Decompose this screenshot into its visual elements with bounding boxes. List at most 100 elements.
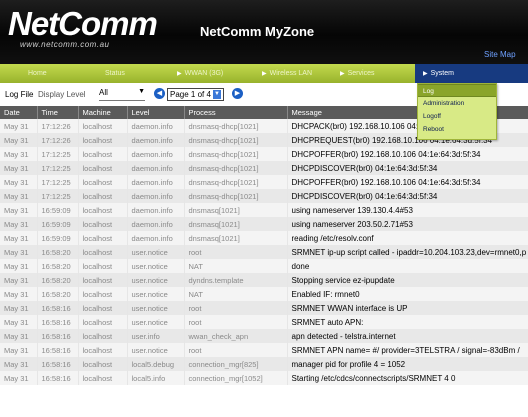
cell-message: SRMNET ip-up script called - ipaddr=10.2… bbox=[287, 245, 528, 259]
table-row: May 31 17:12:25 localhost daemon.info dnsmas… bbox=[0, 147, 528, 161]
log-file-label: Log File bbox=[5, 90, 34, 99]
column-header-process: Process bbox=[184, 106, 288, 119]
cell-time: 16:58:16 bbox=[37, 315, 79, 329]
cell-machine: localhost bbox=[78, 245, 128, 259]
site-map-link[interactable]: Site Map bbox=[484, 50, 516, 59]
table-row: May 31 17:12:25 localhost daemon.info dnsmas… bbox=[0, 189, 528, 203]
cell-date: May 31 bbox=[0, 175, 38, 189]
display-level-label: Display Level bbox=[38, 90, 86, 99]
page-title: NetComm MyZone bbox=[200, 24, 315, 39]
cell-time: 17:12:25 bbox=[37, 161, 79, 175]
cell-machine: localhost bbox=[78, 161, 128, 175]
cell-process: connection_mgr[1052] bbox=[184, 371, 288, 385]
page-select[interactable]: Page 1 of 4 ▼ bbox=[167, 88, 224, 101]
menu-item-reboot[interactable]: Reboot bbox=[418, 123, 496, 136]
cell-level: daemon.info bbox=[127, 175, 185, 189]
cell-machine: localhost bbox=[78, 147, 128, 161]
cell-date: May 31 bbox=[0, 343, 38, 357]
cell-time: 16:59:09 bbox=[37, 231, 79, 245]
nav-item-wwan[interactable]: ▶ WWAN (3G) bbox=[177, 64, 223, 83]
prev-page-button[interactable]: ◀ bbox=[154, 88, 165, 99]
netcomm-logo[interactable]: NetComm bbox=[8, 6, 158, 42]
arrow-right-icon: ▶ bbox=[234, 90, 241, 97]
cell-message: DHCPDISCOVER(br0) 04:1e:64:3d:5f:34 bbox=[287, 161, 528, 175]
cell-machine: localhost bbox=[78, 287, 128, 301]
nav-item-system[interactable]: ▶ System bbox=[415, 64, 528, 83]
menu-item-log[interactable]: Log bbox=[418, 84, 496, 97]
table-row: May 31 16:58:20 localhost user.notice root SR… bbox=[0, 245, 528, 259]
nav-item-services[interactable]: ▶ Services bbox=[340, 64, 374, 83]
cell-date: May 31 bbox=[0, 119, 38, 133]
cell-message: using nameserver 203.50.2.71#53 bbox=[287, 217, 528, 231]
cell-level: local5.info bbox=[127, 371, 185, 385]
table-row: May 31 17:12:25 localhost daemon.info dnsmas… bbox=[0, 161, 528, 175]
table-row: May 31 16:59:09 localhost daemon.info dnsmas… bbox=[0, 217, 528, 231]
cell-process: dnsmasq[1021] bbox=[184, 231, 288, 245]
table-row: May 31 16:58:16 localhost local5.info connec… bbox=[0, 371, 528, 385]
display-level-select[interactable]: All ▼ bbox=[99, 88, 145, 101]
menu-item-logoff[interactable]: Logoff bbox=[418, 110, 496, 123]
cell-level: user.notice bbox=[127, 315, 185, 329]
cell-process: dnsmasq[1021] bbox=[184, 203, 288, 217]
cell-message: reading /etc/resolv.conf bbox=[287, 231, 528, 245]
cell-process: dyndns.template bbox=[184, 273, 288, 287]
cell-date: May 31 bbox=[0, 259, 38, 273]
cell-process: dnsmasq-dhcp[1021] bbox=[184, 189, 288, 203]
next-page-button[interactable]: ▶ bbox=[232, 88, 243, 99]
cell-level: user.notice bbox=[127, 287, 185, 301]
cell-process: NAT bbox=[184, 259, 288, 273]
cell-time: 16:58:20 bbox=[37, 245, 79, 259]
cell-time: 16:58:16 bbox=[37, 301, 79, 315]
cell-message: using nameserver 139.130.4.4#53 bbox=[287, 203, 528, 217]
nav-item-wireless-lan[interactable]: ▶ Wireless LAN bbox=[262, 64, 312, 83]
cell-machine: localhost bbox=[78, 273, 128, 287]
cell-machine: localhost bbox=[78, 315, 128, 329]
cell-level: user.notice bbox=[127, 273, 185, 287]
chevron-down-icon: ▼ bbox=[138, 88, 145, 95]
table-row: May 31 16:58:16 localhost user.info wwan_che… bbox=[0, 329, 528, 343]
cell-machine: localhost bbox=[78, 231, 128, 245]
cell-level: daemon.info bbox=[127, 217, 185, 231]
cell-message: Starting /etc/cdcs/connectscripts/SRMNET… bbox=[287, 371, 528, 385]
nav-item-status[interactable]: Status bbox=[105, 64, 125, 83]
cell-level: user.notice bbox=[127, 245, 185, 259]
menu-item-administration[interactable]: Administration bbox=[418, 97, 496, 110]
column-header-time: Time bbox=[37, 106, 79, 119]
cell-process: dnsmasq-dhcp[1021] bbox=[184, 133, 288, 147]
column-header-machine: Machine bbox=[78, 106, 128, 119]
cell-time: 16:58:16 bbox=[37, 329, 79, 343]
cell-message: SRMNET auto APN: bbox=[287, 315, 528, 329]
nav-item-home[interactable]: Home bbox=[28, 64, 47, 83]
cell-message: DHCPOFFER(br0) 192.168.10.106 04:1e:64:3… bbox=[287, 147, 528, 161]
cell-message: SRMNET APN name= #/ provider=3TELSTRA / … bbox=[287, 343, 528, 357]
cell-level: user.notice bbox=[127, 301, 185, 315]
cell-date: May 31 bbox=[0, 203, 38, 217]
cell-date: May 31 bbox=[0, 133, 38, 147]
cell-message: manager pid for profile 4 = 1052 bbox=[287, 357, 528, 371]
column-header-level: Level bbox=[127, 106, 185, 119]
cell-process: dnsmasq-dhcp[1021] bbox=[184, 175, 288, 189]
arrow-right-icon: ▶ bbox=[423, 71, 428, 77]
table-row: May 31 16:58:16 localhost user.notice root SR… bbox=[0, 315, 528, 329]
cell-message: apn detected - telstra.internet bbox=[287, 329, 528, 343]
table-row: May 31 16:58:20 localhost user.notice NAT don… bbox=[0, 259, 528, 273]
cell-date: May 31 bbox=[0, 245, 38, 259]
arrow-right-icon: ▶ bbox=[177, 71, 182, 77]
cell-time: 16:58:16 bbox=[37, 343, 79, 357]
table-row: May 31 16:58:16 localhost local5.debug conne… bbox=[0, 357, 528, 371]
cell-time: 16:59:09 bbox=[37, 217, 79, 231]
cell-process: root bbox=[184, 245, 288, 259]
cell-date: May 31 bbox=[0, 273, 38, 287]
cell-time: 16:58:20 bbox=[37, 273, 79, 287]
cell-date: May 31 bbox=[0, 287, 38, 301]
cell-machine: localhost bbox=[78, 259, 128, 273]
cell-date: May 31 bbox=[0, 357, 38, 371]
cell-level: local5.debug bbox=[127, 357, 185, 371]
log-toolbar: Log File Display Level All ▼ ◀ Page 1 of… bbox=[0, 87, 420, 103]
cell-machine: localhost bbox=[78, 329, 128, 343]
table-row: May 31 16:58:20 localhost user.notice dyndns… bbox=[0, 273, 528, 287]
cell-time: 17:12:26 bbox=[37, 133, 79, 147]
cell-process: dnsmasq-dhcp[1021] bbox=[184, 161, 288, 175]
cell-message: Enabled IF: rmnet0 bbox=[287, 287, 528, 301]
system-dropdown-menu: Log Administration Logoff Reboot bbox=[417, 83, 497, 140]
